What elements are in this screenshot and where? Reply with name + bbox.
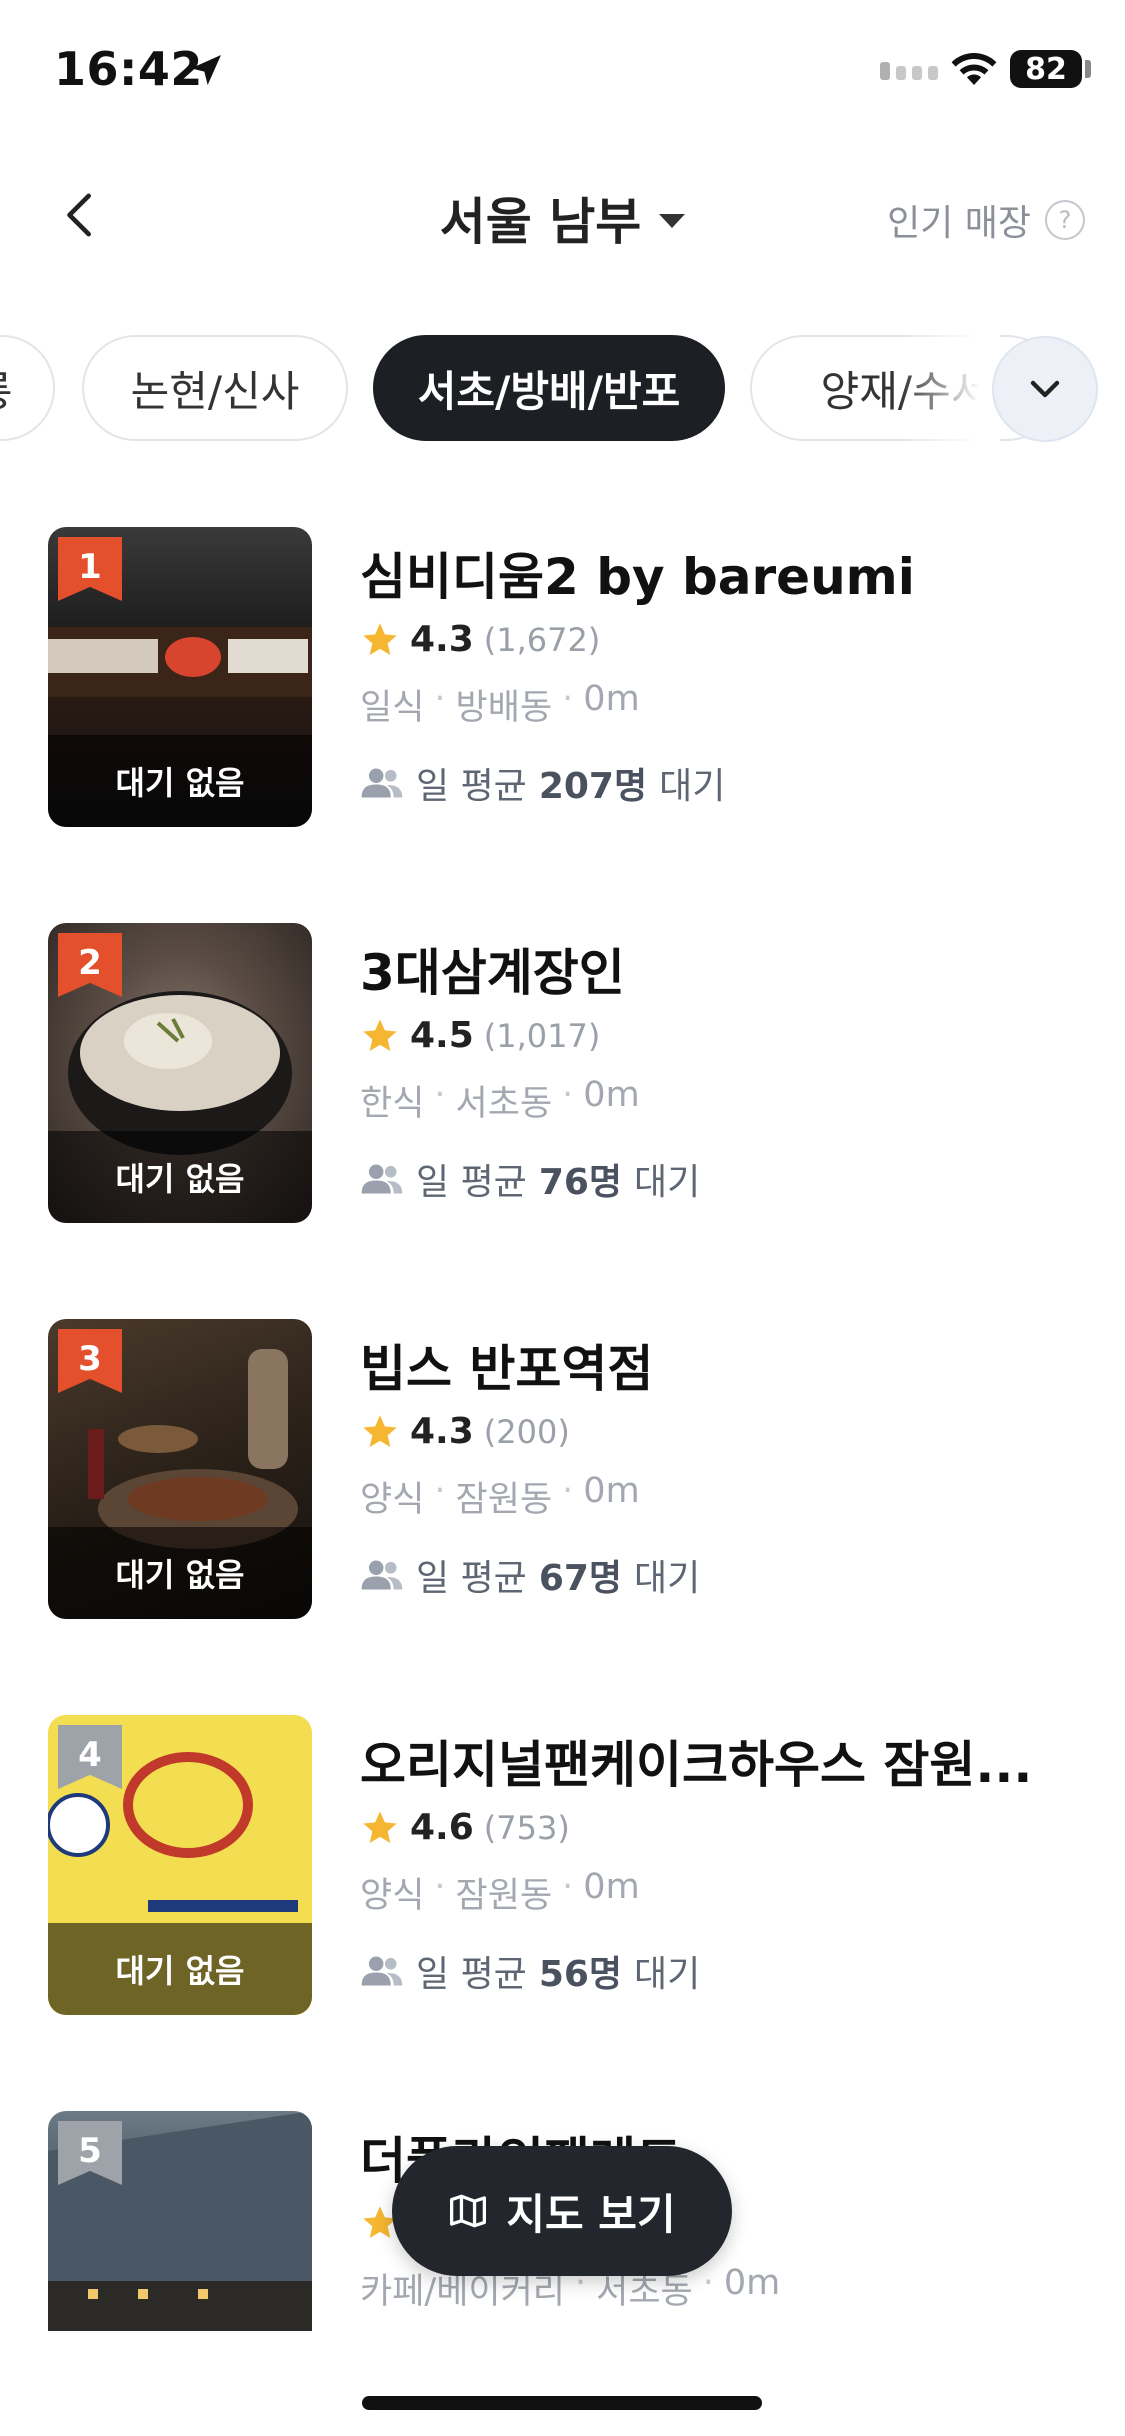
view-map-label: 지도 보기 (506, 2189, 676, 2239)
popular-stores-label: 인기 매장 (887, 203, 1031, 244)
home-indicator (362, 2396, 762, 2410)
list-item[interactable]: 2 대기 없음 3대삼계장인 4.5 (1,017) 한식 · 서초동 · 0m 일… (0, 923, 1125, 1223)
restaurant-thumbnail: 5 (48, 2111, 312, 2331)
restaurant-name: 오리지널팬케이크하우스 잠원... (360, 1736, 1033, 1794)
rating-value: 4.3 (410, 1411, 474, 1452)
chip-region-2[interactable]: 서초/방배/반포 (373, 335, 725, 441)
review-count: (753) (483, 1808, 570, 1847)
rating-row: 4.6 (753) (360, 1807, 570, 1848)
restaurant-meta: 양식 · 잠원동 · 0m (360, 1471, 640, 1520)
wait-prefix: 일 평균 (416, 1558, 527, 1599)
people-icon (361, 1956, 403, 1986)
rating-row: 4.5 (1,017) (360, 1015, 600, 1056)
restaurant-thumbnail: 1 대기 없음 (48, 527, 312, 827)
wait-status-label: 대기 없음 (48, 1923, 312, 2015)
restaurant-thumbnail: 3 대기 없음 (48, 1319, 312, 1619)
rating-value: 4.3 (410, 619, 474, 660)
screen: 16:42 82 서울 남부 인기 매장 ? 논현/신사 서초/방배/반포 1 … (0, 0, 1125, 2436)
review-count: (1,017) (483, 1016, 601, 1055)
category: 일식 (360, 688, 425, 728)
restaurant-meta: 한식 · 서초동 · 0m (360, 1075, 640, 1124)
category: 양식 (360, 1480, 425, 1520)
map-icon (450, 2194, 487, 2228)
star-icon (363, 1810, 397, 1843)
wait-prefix: 일 평균 (416, 766, 527, 807)
restaurant-name: 심비디움2 by bareumi (360, 548, 915, 606)
review-count: (200) (483, 1412, 570, 1451)
distance: 0m (583, 679, 640, 719)
area: 잠원동 (455, 1480, 553, 1520)
page-title: 서울 남부 (439, 193, 642, 251)
popular-stores-link[interactable]: 인기 매장 ? (887, 194, 1085, 246)
expand-regions-button[interactable] (992, 336, 1098, 442)
area: 서초동 (455, 1084, 553, 1124)
view-map-button[interactable]: 지도 보기 (392, 2146, 732, 2276)
average-wait-row: 일 평균 76명 대기 (360, 1153, 700, 1205)
star-icon (363, 1414, 397, 1447)
cellular-signal-icon (880, 62, 938, 80)
status-bar: 16:42 82 (0, 0, 1125, 140)
list-item[interactable]: 1 대기 없음 심비디움2 by bareumi 4.3 (1,672) 일식 ·… (0, 527, 1125, 827)
wait-suffix: 대기 (634, 1954, 701, 1995)
list-item[interactable]: 3 대기 없음 빕스 반포역점 4.3 (200) 양식 · 잠원동 · 0m 일 … (0, 1319, 1125, 1619)
star-icon (363, 622, 397, 655)
distance: 0m (723, 2263, 781, 2303)
distance: 0m (583, 1075, 640, 1115)
wait-suffix: 대기 (634, 1558, 701, 1599)
rating-value: 4.6 (410, 1807, 474, 1848)
battery-indicator: 82 (1010, 50, 1082, 88)
distance: 0m (583, 1471, 640, 1511)
chips-fade (900, 335, 1000, 445)
restaurant-thumbnail: 2 대기 없음 (48, 923, 312, 1223)
wait-status-label: 대기 없음 (48, 735, 312, 827)
category: 한식 (360, 1084, 425, 1124)
help-icon[interactable]: ? (1045, 200, 1085, 240)
wait-count: 207명 (538, 766, 648, 807)
people-icon (361, 768, 403, 798)
area: 방배동 (455, 688, 553, 728)
chevron-down-icon (1030, 380, 1060, 398)
wait-suffix: 대기 (659, 766, 726, 807)
battery-cap (1085, 60, 1091, 78)
nav-header: 서울 남부 인기 매장 ? (0, 160, 1125, 270)
status-time: 16:42 (54, 42, 203, 96)
rating-row: 4.3 (200) (360, 1411, 570, 1452)
chip-region-0[interactable]: 강남/역삼/선릉 (0, 335, 55, 441)
restaurant-thumbnail: 4 대기 없음 (48, 1715, 312, 2015)
region-selector[interactable]: 서울 남부 (439, 182, 686, 254)
people-icon (361, 1560, 403, 1590)
list-item[interactable]: 4 대기 없음 오리지널팬케이크하우스 잠원... 4.6 (753) 양식 · … (0, 1715, 1125, 2015)
average-wait-row: 일 평균 207명 대기 (360, 757, 725, 809)
restaurant-name: 빕스 반포역점 (360, 1340, 654, 1398)
review-count: (1,672) (483, 620, 601, 659)
restaurant-name: 3대삼계장인 (360, 944, 625, 1002)
category: 양식 (360, 1876, 425, 1916)
rating-value: 4.5 (410, 1015, 474, 1056)
restaurant-meta: 일식 · 방배동 · 0m (360, 679, 640, 728)
location-arrow-icon (191, 55, 221, 85)
wait-status-label: 대기 없음 (48, 1131, 312, 1223)
wait-count: 76명 (538, 1162, 623, 1203)
average-wait-row: 일 평균 67명 대기 (360, 1549, 700, 1601)
people-icon (361, 1164, 403, 1194)
rating-row: 4.3 (1,672) (360, 619, 600, 660)
region-chips: 강남/역삼/선릉 논현/신사 서초/방배/반포 양재/수서 (0, 335, 1125, 445)
star-icon (363, 1018, 397, 1051)
wait-prefix: 일 평균 (416, 1162, 527, 1203)
wait-suffix: 대기 (634, 1162, 701, 1203)
wait-status-label: 대기 없음 (48, 1527, 312, 1619)
area: 잠원동 (455, 1876, 553, 1916)
caret-down-icon (659, 214, 686, 228)
distance: 0m (583, 1867, 640, 1907)
wait-count: 56명 (538, 1954, 623, 1995)
wait-prefix: 일 평균 (416, 1954, 527, 1995)
wifi-icon (951, 53, 997, 85)
average-wait-row: 일 평균 56명 대기 (360, 1945, 700, 1997)
restaurant-meta: 양식 · 잠원동 · 0m (360, 1867, 640, 1916)
chip-region-1[interactable]: 논현/신사 (82, 335, 348, 441)
wait-count: 67명 (538, 1558, 623, 1599)
